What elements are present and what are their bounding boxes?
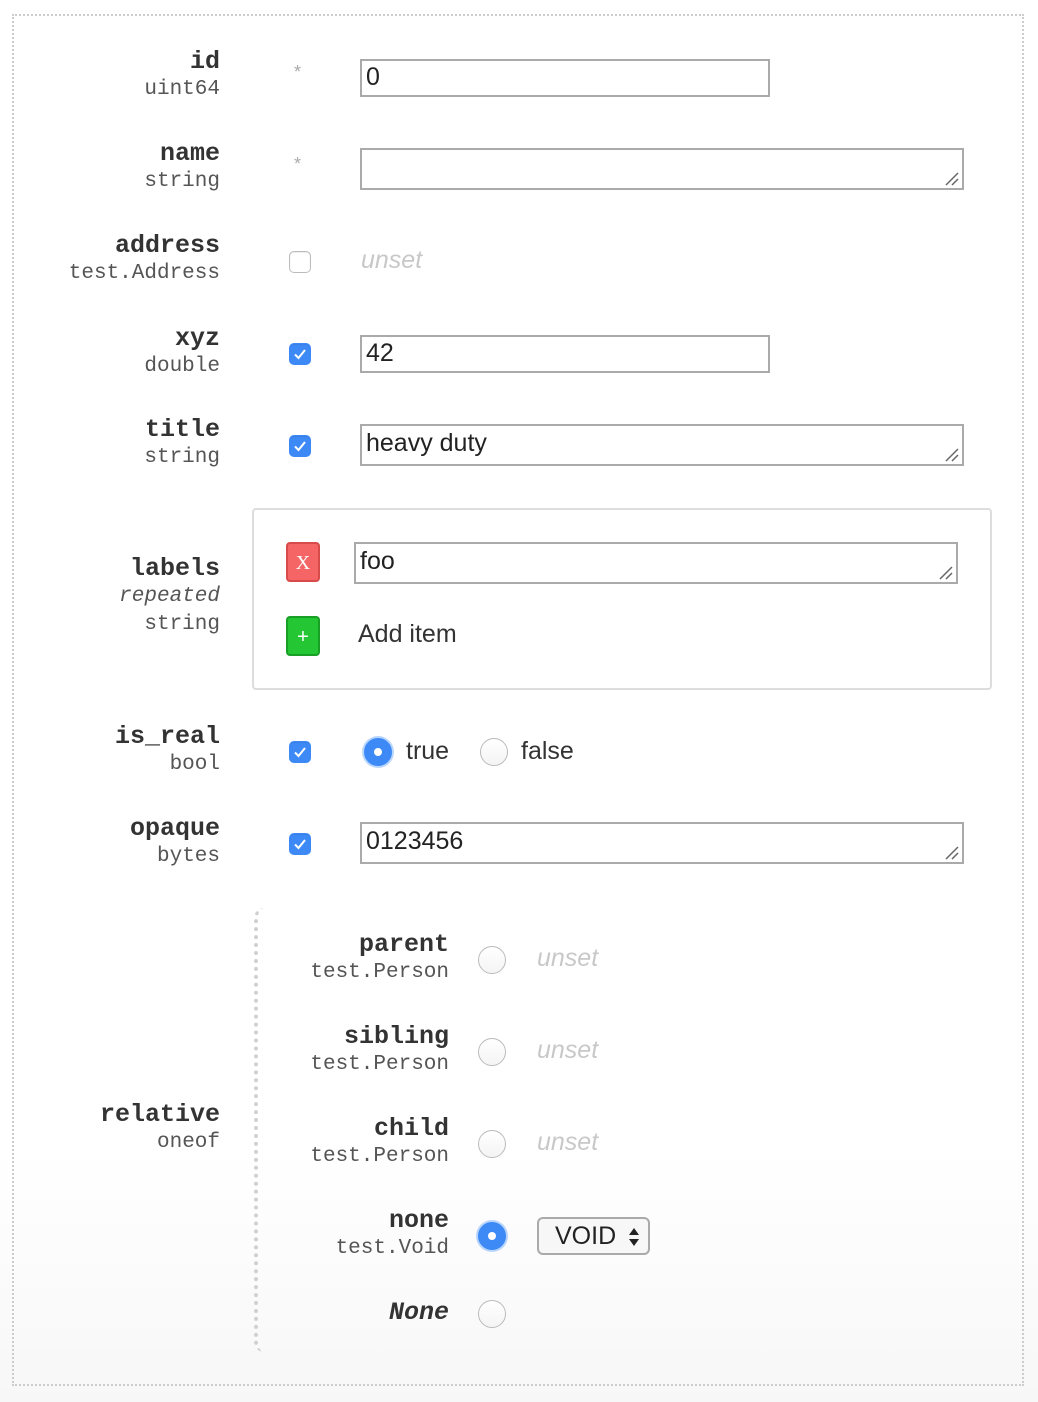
radio-sibling[interactable]	[478, 1038, 506, 1066]
oneof-label-child: child test.Person	[310, 1115, 449, 1171]
unset-label: unset	[361, 246, 423, 274]
field-type: string	[144, 446, 220, 469]
option-type: test.Person	[310, 961, 449, 984]
checkmark-icon	[294, 441, 306, 452]
field-modifier: repeated	[119, 585, 220, 608]
field-name: xyz	[174, 324, 220, 353]
radio-None[interactable]	[478, 1300, 506, 1328]
oneof-group	[254, 908, 278, 1352]
field-label-id: id uint64	[144, 48, 220, 104]
field-type: string	[144, 170, 220, 193]
opaque-textarea[interactable]: 0123456	[360, 822, 964, 864]
field-type: oneof	[156, 1131, 220, 1154]
select-arrows-icon	[629, 1228, 639, 1246]
radio-parent[interactable]	[478, 946, 506, 974]
unset-label: unset	[537, 1128, 599, 1156]
field-name: relative	[99, 1100, 220, 1129]
field-label-name: name string	[144, 140, 220, 196]
is-real-set-checkbox[interactable]	[289, 741, 311, 763]
field-type: uint64	[144, 78, 220, 101]
name-textarea[interactable]	[360, 148, 964, 190]
oneof-label-none: none test.Void	[336, 1207, 449, 1263]
option-type: test.Person	[310, 1053, 449, 1076]
radio-child[interactable]	[478, 1130, 506, 1158]
title-textarea[interactable]: heavy duty	[360, 424, 964, 466]
field-type: bytes	[156, 845, 220, 868]
xyz-set-checkbox[interactable]	[289, 343, 311, 365]
repeated-list	[252, 508, 992, 690]
field-name: labels	[129, 554, 220, 583]
checkmark-icon	[294, 349, 306, 360]
required-marker: *	[294, 62, 302, 82]
field-name: title	[144, 415, 220, 444]
checkmark-icon	[294, 747, 306, 758]
field-name: address	[114, 231, 220, 260]
add-item-button[interactable]: +	[286, 616, 320, 656]
oneof-label-parent: parent test.Person	[310, 931, 449, 987]
field-name: name	[159, 139, 220, 168]
void-select[interactable]: VOID	[537, 1217, 650, 1255]
resize-grip-icon[interactable]	[938, 566, 954, 580]
radio-true-label[interactable]: true	[406, 737, 449, 766]
field-label-title: title string	[144, 416, 220, 472]
field-label-opaque: opaque bytes	[130, 815, 220, 871]
field-name: is_real	[114, 722, 220, 751]
id-input[interactable]: 0	[360, 59, 770, 97]
field-type: bool	[169, 753, 220, 776]
address-set-checkbox[interactable]	[289, 251, 311, 273]
add-item-label[interactable]: Add item	[358, 620, 457, 649]
field-name: opaque	[129, 814, 220, 843]
field-name: id	[189, 47, 220, 76]
radio-true[interactable]	[364, 738, 392, 766]
xyz-input[interactable]: 42	[360, 335, 770, 373]
resize-grip-icon[interactable]	[944, 448, 960, 462]
field-type: double	[144, 355, 220, 378]
field-label-relative: relative oneof	[100, 1101, 220, 1157]
message-form	[12, 14, 1024, 1386]
option-name: parent	[358, 930, 449, 959]
oneof-label-None: None	[389, 1299, 449, 1327]
option-name: None	[388, 1298, 449, 1327]
labels-item-textarea[interactable]: foo	[354, 542, 958, 584]
field-type: test.Address	[68, 262, 220, 285]
required-marker: *	[294, 154, 302, 174]
unset-label: unset	[537, 1036, 599, 1064]
option-name: none	[388, 1206, 449, 1235]
select-value: VOID	[555, 1222, 617, 1250]
option-name: sibling	[343, 1022, 449, 1051]
radio-false-label[interactable]: false	[521, 737, 574, 766]
opaque-set-checkbox[interactable]	[289, 833, 311, 855]
field-type: string	[144, 613, 220, 636]
delete-item-button[interactable]: X	[286, 542, 320, 582]
field-label-address: address test.Address	[69, 232, 220, 288]
radio-none[interactable]	[478, 1222, 506, 1250]
option-type: test.Person	[310, 1145, 449, 1168]
field-label-is-real: is_real bool	[115, 723, 220, 779]
option-type: test.Void	[335, 1237, 449, 1260]
checkmark-icon	[294, 839, 306, 850]
resize-grip-icon[interactable]	[944, 172, 960, 186]
resize-grip-icon[interactable]	[944, 846, 960, 860]
radio-false[interactable]	[480, 738, 508, 766]
field-label-labels: labels repeated string	[119, 555, 220, 639]
field-label-xyz: xyz double	[144, 325, 220, 381]
option-name: child	[373, 1114, 449, 1143]
unset-label: unset	[537, 944, 599, 972]
title-set-checkbox[interactable]	[289, 435, 311, 457]
oneof-label-sibling: sibling test.Person	[310, 1023, 449, 1079]
